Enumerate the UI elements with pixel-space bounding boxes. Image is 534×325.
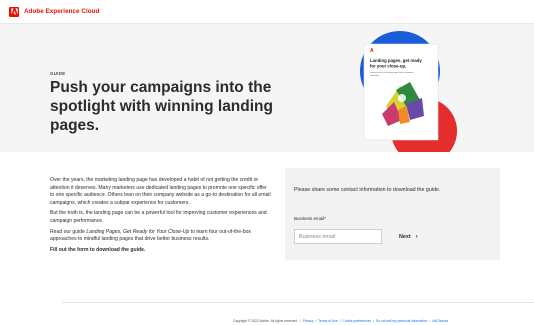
book-title-line-1: Landing pages, get ready — [370, 58, 422, 63]
body-paragraph-1: Over the years, the marketing landing pa… — [50, 177, 271, 206]
top-bar: Adobe Experience Cloud — [0, 0, 534, 24]
body-paragraph-3: Read our guide Landing Pages, Get Ready … — [50, 229, 272, 244]
body-paragraph-3-lead: Read our guide — [50, 228, 87, 235]
chevron-right-icon: › — [415, 233, 418, 240]
guide-cover-illustration: A Landing pages, get ready for your clos… — [360, 31, 457, 152]
page-title: Push your campaigns into the spotlight w… — [50, 79, 273, 134]
footer-link-privacy[interactable]: Privacy — [303, 319, 314, 323]
form-intro: Please share some contact information to… — [294, 187, 441, 193]
footer-link-terms[interactable]: Terms of Use — [318, 319, 337, 323]
book-subtitle-line-1: Find your secret to landing pages that t… — [370, 71, 414, 74]
footer-divider — [62, 302, 534, 303]
brand-name[interactable]: Adobe Experience Cloud — [24, 8, 99, 15]
footer: Copyright © 2022 Adobe. All rights reser… — [233, 319, 449, 323]
collage-white-circle — [398, 94, 406, 102]
footer-link-do-not-sell[interactable]: Do not sell my personal information — [376, 319, 428, 323]
hero-eyebrow: GUIDE — [50, 71, 66, 76]
download-form: Please share some contact information to… — [285, 168, 500, 260]
body-cta: Fill out the form to download the guide. — [50, 246, 146, 253]
next-button[interactable]: Next › — [399, 231, 418, 242]
hero-banner: GUIDE Push your campaigns into the spotl… — [0, 24, 534, 152]
footer-link-adchoices[interactable]: AdChoices — [432, 319, 448, 323]
book-subtitle-line-2: into buyers. — [370, 74, 380, 77]
next-button-label: Next — [399, 233, 411, 240]
adobe-logo-icon[interactable] — [9, 6, 19, 17]
guide-title-italic: Landing Pages, Get Ready for Your Close-… — [86, 228, 190, 235]
email-field[interactable] — [294, 229, 382, 244]
book-title-line-2: for your close-up. — [370, 64, 406, 69]
copyright-text: Copyright © 2022 Adobe. All rights reser… — [233, 319, 298, 323]
article-body: Over the years, the marketing landing pa… — [50, 177, 272, 257]
footer-link-cookies[interactable]: Cookie preferences — [342, 319, 371, 323]
body-paragraph-2: But the truth is, the landing page can b… — [50, 210, 267, 224]
book-logo: A — [370, 48, 374, 54]
email-label: Business email* — [294, 216, 327, 221]
